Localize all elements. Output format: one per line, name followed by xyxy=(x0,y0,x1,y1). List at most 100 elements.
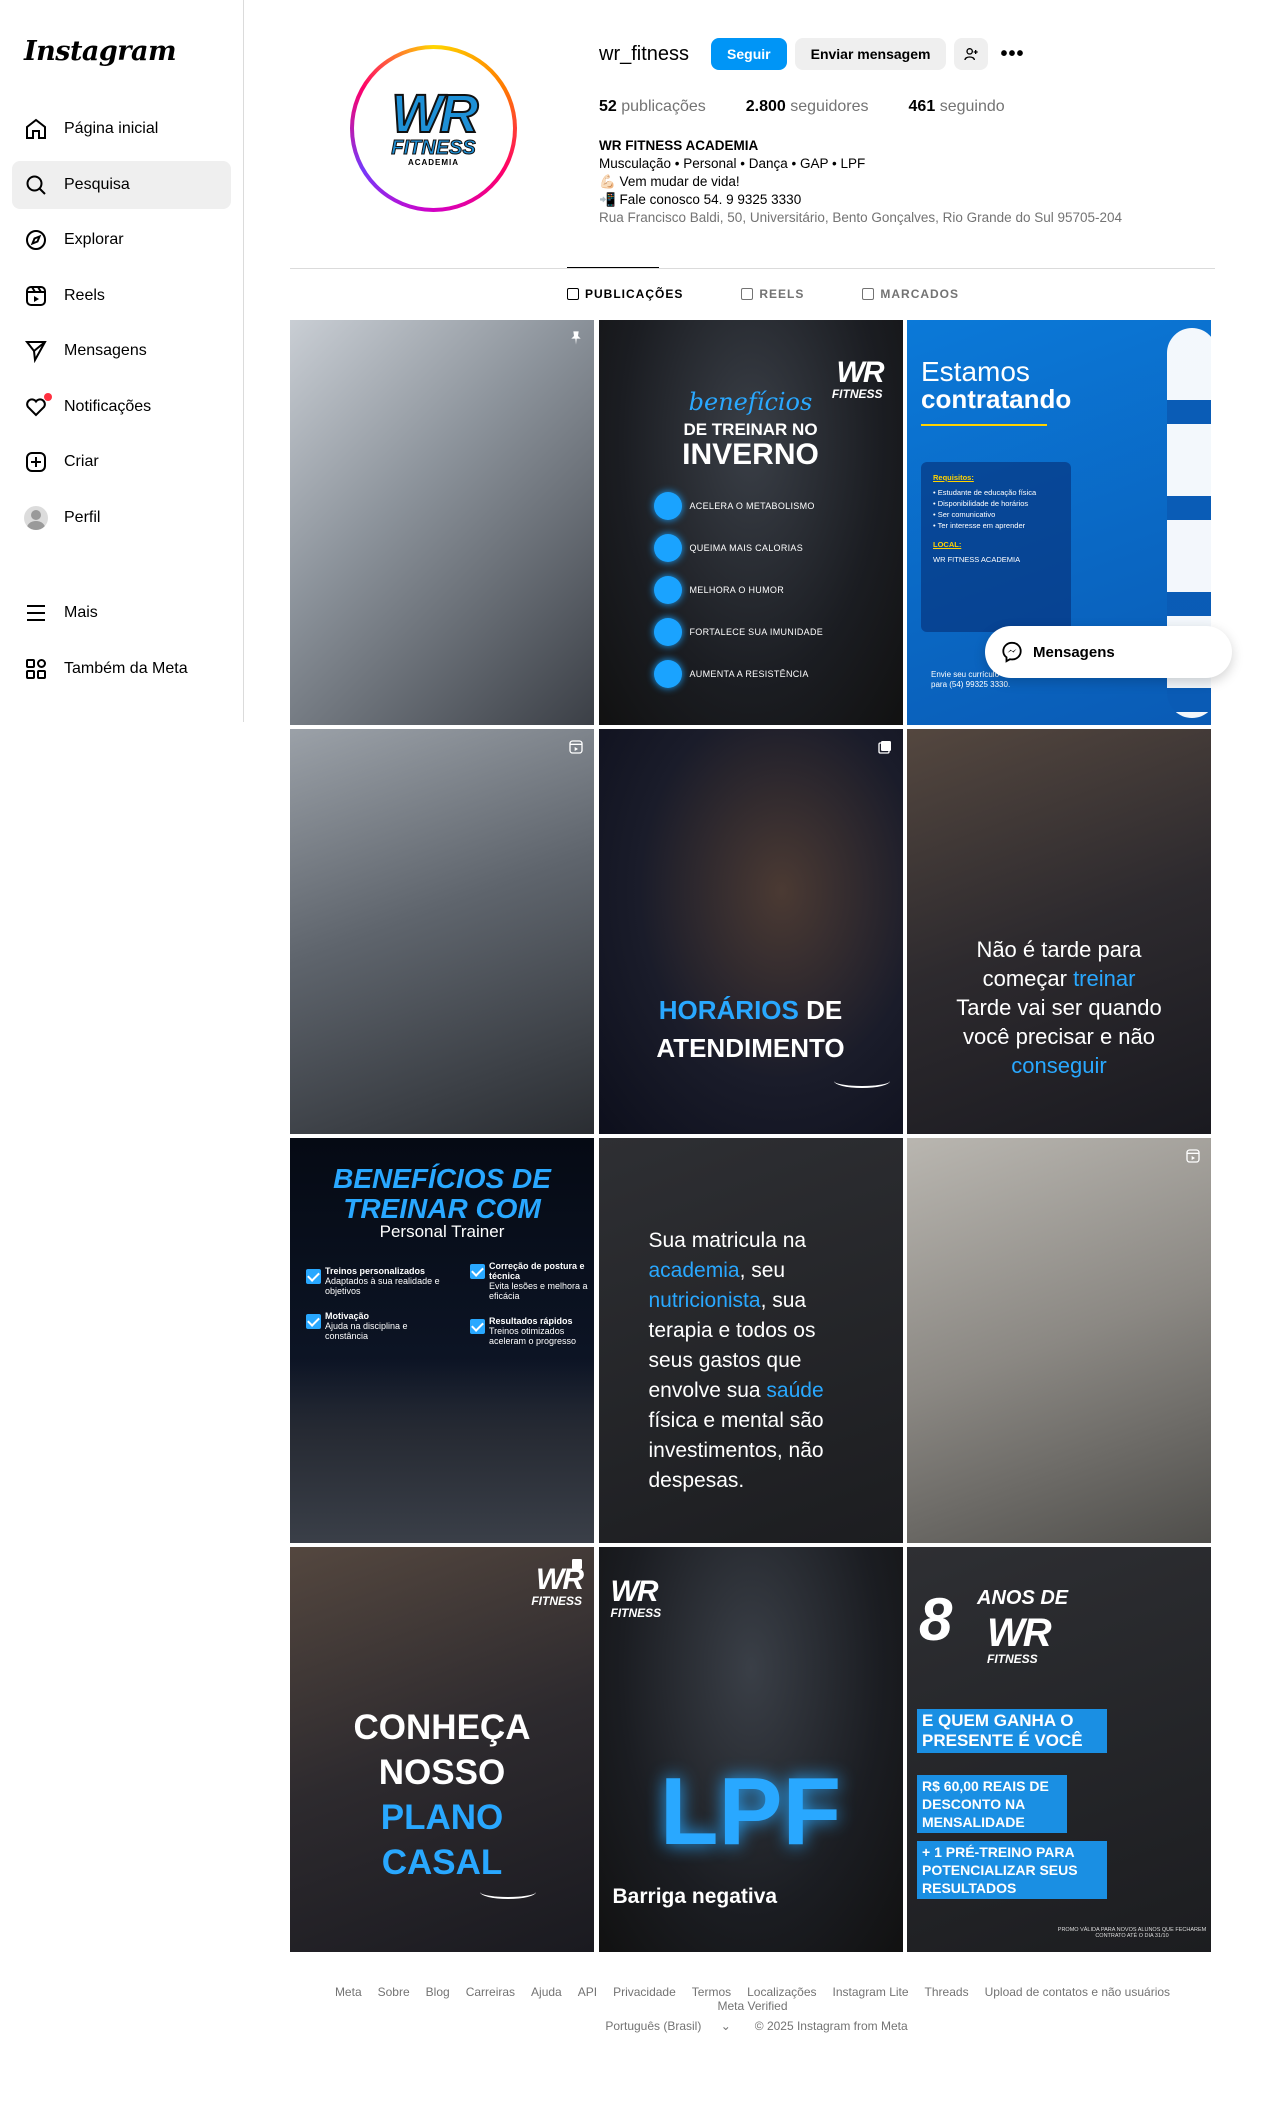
footer-link[interactable]: Blog xyxy=(426,1985,450,1999)
post-tile[interactable]: Não é tarde para começar treinar Tarde v… xyxy=(907,729,1211,1134)
sidebar-item-label: Mais xyxy=(64,604,98,621)
post-quote: Sua matricula na academia, seu nutricion… xyxy=(648,1229,824,1492)
benefit-icon xyxy=(653,660,682,688)
tab-posts[interactable]: PUBLICAÇÕES xyxy=(567,287,683,301)
post-title: contratando xyxy=(921,384,1072,414)
following-count[interactable]: 461 seguindo xyxy=(909,98,1005,116)
sidebar-item-label: Notificações xyxy=(64,397,152,415)
post-tile[interactable]: BENEFÍCIOS DE TREINAR COM Personal Train… xyxy=(290,1138,594,1543)
sidebar-item-reels[interactable]: Reels xyxy=(12,272,231,320)
post-tile[interactable]: WR FITNESS LPF Barriga negativa xyxy=(598,1547,903,1952)
post-subtitle: Barriga negativa xyxy=(612,1885,778,1908)
sidebar-item-create[interactable]: Criar xyxy=(12,438,231,486)
sidebar-item-notifications[interactable]: Notificações xyxy=(12,383,231,431)
profile-bio: WR FITNESS ACADEMIA Musculação • Persona… xyxy=(599,137,1122,227)
sidebar-item-more[interactable]: Mais xyxy=(12,589,231,637)
list-item: QUEIMA MAIS CALORIAS xyxy=(653,527,824,569)
post-title: ANOS DE xyxy=(977,1587,1069,1609)
profile-picture[interactable]: WR FITNESS ACADEMIA xyxy=(350,45,517,212)
promo-tag: E QUEM GANHA O PRESENTE É VOCÊ xyxy=(917,1709,1107,1753)
post-photo xyxy=(290,1358,594,1543)
reels-icon xyxy=(1186,1149,1200,1163)
sidebar-item-label: Pesquisa xyxy=(64,175,130,193)
post-title: CONHEÇA NOSSO PLANO CASAL xyxy=(353,1708,531,1882)
messages-floating-button[interactable]: Mensagens xyxy=(985,626,1232,678)
add-person-icon xyxy=(964,48,979,61)
bio-name: WR FITNESS ACADEMIA xyxy=(599,138,759,153)
post-tile[interactable] xyxy=(290,729,594,1134)
footer-link[interactable]: Upload de contatos e não usuários xyxy=(985,1985,1170,1999)
footer-link[interactable]: Ajuda xyxy=(531,1985,562,1999)
footer-meta: Português (Brasil) ⌄ © 2025 Instagram fr… xyxy=(290,2019,1215,2033)
sidebar-item-messages[interactable]: Mensagens xyxy=(12,327,231,375)
divider xyxy=(921,424,1047,426)
checkbox-icon xyxy=(470,1264,485,1279)
post-tile[interactable] xyxy=(907,1138,1211,1543)
post-title: BENEFÍCIOS DE TREINAR COM xyxy=(333,1163,551,1224)
suggest-accounts-button[interactable] xyxy=(954,38,989,70)
posts-grid: WR FITNESS benefícios DE TREINAR NO INVER… xyxy=(290,320,1211,1952)
send-icon xyxy=(24,341,47,363)
sidebar-item-label: Criar xyxy=(64,453,99,470)
sidebar-item-label: Também da Meta xyxy=(64,659,188,677)
post-tile[interactable] xyxy=(290,320,594,725)
benefit-icon xyxy=(653,576,682,604)
tab-reels[interactable]: REELS xyxy=(741,287,804,301)
footer-link[interactable]: API xyxy=(578,1985,597,1999)
sidebar-item-search[interactable]: Pesquisa xyxy=(12,160,231,209)
benefit-box: Treinos personalizados Adaptados à sua re… xyxy=(306,1266,441,1296)
footer-link[interactable]: Carreiras xyxy=(466,1985,515,1999)
copyright: © 2025 Instagram from Meta xyxy=(754,2019,908,2033)
footer-link[interactable]: Termos xyxy=(692,1985,731,1999)
profile-tabs: PUBLICAÇÕES REELS MARCADOS xyxy=(567,287,1017,301)
grid-icon xyxy=(26,658,46,679)
send-message-button[interactable]: Enviar mensagem xyxy=(794,38,947,70)
benefit-icon xyxy=(653,534,682,562)
profile-username: wr_fitness xyxy=(599,42,690,65)
sidebar-item-home[interactable]: Página inicial xyxy=(12,105,231,153)
post-title: DE TREINAR NO xyxy=(683,420,818,439)
chevron-down-icon: ⌄ xyxy=(720,2019,731,2033)
footer-link[interactable]: Privacidade xyxy=(613,1985,676,1999)
follow-button[interactable]: Seguir xyxy=(711,38,787,70)
footer-link[interactable]: Instagram Lite xyxy=(833,1985,909,1999)
footer-link[interactable]: Threads xyxy=(925,1985,969,1999)
post-tile[interactable]: WR FITNESS CONHEÇA NOSSO PLANO CASAL xyxy=(290,1547,594,1952)
post-tile[interactable]: 8 ANOS DE WR FITNESS E QUEM GANHA O PRESE… xyxy=(907,1547,1211,1952)
footer-link[interactable]: Localizações xyxy=(747,1985,816,1999)
more-options-icon[interactable]: ••• xyxy=(1000,43,1024,66)
instagram-logo[interactable]: Instagram xyxy=(24,36,177,67)
messages-label: Mensagens xyxy=(1033,643,1115,661)
language-select[interactable]: Português (Brasil) ⌄ xyxy=(597,2019,738,2033)
post-script-title: benefícios xyxy=(688,388,813,416)
checkbox-icon xyxy=(306,1269,321,1284)
post-tile[interactable]: HORÁRIOS DE ATENDIMENTO xyxy=(598,729,903,1134)
post-tile[interactable]: Sua matricula na academia, seu nutricion… xyxy=(598,1138,903,1543)
post-quote: Não é tarde para começar treinar Tarde v… xyxy=(956,937,1162,1078)
footer-link[interactable]: Meta Verified xyxy=(717,1999,787,2013)
sidebar-item-label: Perfil xyxy=(64,508,101,526)
footer-link[interactable]: Sobre xyxy=(378,1985,410,1999)
anniversary-number: 8 xyxy=(919,1586,953,1653)
footer-link[interactable]: Meta xyxy=(335,1985,362,1999)
bio-line: Musculação • Personal • Dança • GAP • LP… xyxy=(599,156,866,171)
followers-count[interactable]: 2.800 seguidores xyxy=(746,98,869,116)
promo-tag: R$ 60,00 REAIS DE DESCONTO NA MENSALIDAD… xyxy=(917,1775,1067,1833)
tab-tagged[interactable]: MARCADOS xyxy=(862,287,959,301)
plus-square-icon xyxy=(26,452,46,472)
arrow-icon xyxy=(833,1074,890,1088)
sidebar-item-profile[interactable]: Perfil xyxy=(12,494,231,542)
reels-icon xyxy=(741,288,754,300)
footer-links: Meta Sobre Blog Carreiras Ajuda API Priv… xyxy=(290,1985,1215,2013)
requirements-card: Requisitos: • Estudante de educação físi… xyxy=(921,462,1071,632)
list-item: MELHORA O HUMOR xyxy=(653,569,824,611)
sidebar-item-label: Explorar xyxy=(64,231,124,248)
reels-icon xyxy=(26,285,46,306)
bio-line: 📲 Fale conosco 54. 9 9325 3330 xyxy=(599,192,802,207)
sidebar: Instagram Página inicial Pesquisa Explor… xyxy=(0,0,244,722)
bio-address[interactable]: Rua Francisco Baldi, 50, Universitário, … xyxy=(599,209,1122,227)
post-title: INVERNO xyxy=(682,438,819,471)
sidebar-item-also-from-meta[interactable]: Também da Meta xyxy=(12,645,231,693)
sidebar-item-explore[interactable]: Explorar xyxy=(12,216,231,264)
post-tile[interactable]: WR FITNESS benefícios DE TREINAR NO INVER… xyxy=(598,320,903,725)
